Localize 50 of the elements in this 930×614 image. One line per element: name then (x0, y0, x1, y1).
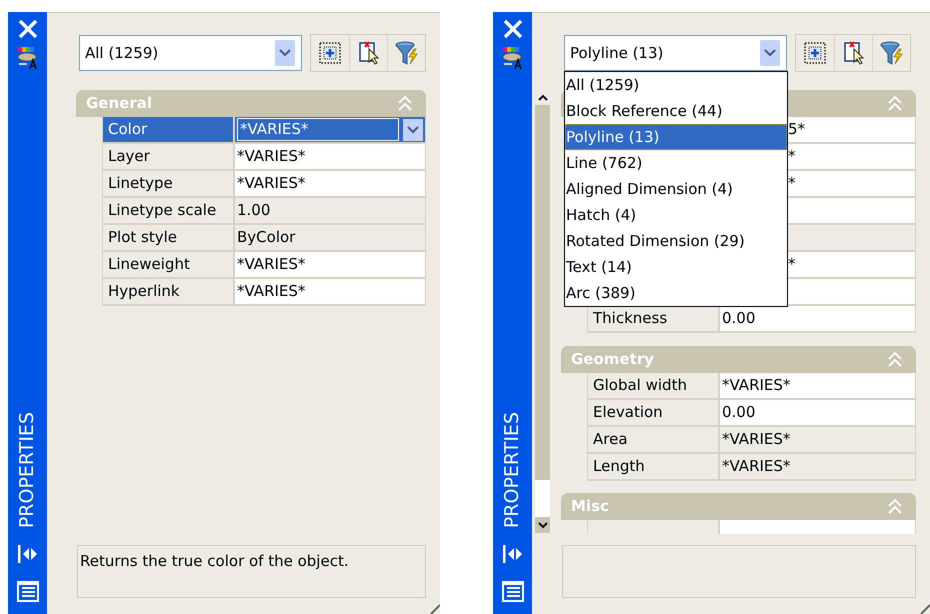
list-icon[interactable] (16, 578, 40, 602)
property-value[interactable]: *VARIES* (720, 373, 915, 398)
property-value[interactable]: *VARIES* (235, 252, 425, 277)
cursor-icon (842, 40, 866, 66)
property-row[interactable]: Hyperlink *VARIES* (103, 279, 425, 306)
object-type-dropdown[interactable]: All (1259) (79, 35, 302, 71)
property-row[interactable]: Area *VARIES* (588, 427, 915, 454)
funnel-icon (878, 40, 904, 66)
select-box-icon (803, 41, 827, 65)
arrows-icon[interactable] (502, 544, 524, 564)
property-row[interactable]: Elevation 0.00 (588, 400, 915, 427)
property-row[interactable]: Layer *VARIES* (103, 144, 425, 171)
resize-grip-icon[interactable] (920, 604, 930, 614)
arrows-icon[interactable] (16, 544, 38, 564)
dropdown-option[interactable]: Hatch (4) (565, 202, 787, 228)
resize-grip-icon[interactable] (430, 604, 440, 614)
close-icon[interactable] (502, 18, 524, 40)
property-value[interactable]: 0.00 (720, 400, 915, 425)
select-box-icon (318, 41, 342, 65)
panel-title: PROPERTIES (15, 412, 40, 528)
list-icon[interactable] (500, 578, 524, 602)
close-icon[interactable] (16, 18, 38, 40)
property-row[interactable]: Linetype *VARIES* (103, 171, 425, 198)
dropdown-option[interactable]: Rotated Dimension (29) (565, 228, 787, 254)
scrollbar[interactable] (535, 89, 550, 533)
description-box: Returns the true color of the object. (77, 545, 426, 598)
property-value[interactable]: *VARIES* (235, 279, 425, 304)
dropdown-list[interactable]: All (1259) Block Reference (44) Polyline (13) Line (762) Aligned Dimension (4) Hatch (4) Rotated Dimension (29) Text (14) Arc (389) (564, 71, 788, 307)
property-row[interactable]: Thickness 0.00 (588, 306, 915, 333)
property-row[interactable]: Length *VARIES* (588, 454, 915, 481)
object-type-dropdown[interactable]: Polyline (13) (564, 35, 787, 71)
funnel-icon (394, 40, 420, 66)
section-title: General (86, 93, 152, 114)
property-row[interactable]: Global width *VARIES* (588, 373, 915, 400)
section-title: Geometry (571, 349, 654, 370)
dropdown-option[interactable]: Polyline (13) (565, 124, 787, 150)
property-value[interactable]: 0.00 (720, 306, 915, 331)
dropdown-option[interactable]: Arc (389) (565, 280, 787, 306)
property-row[interactable]: Linetype scale 1.00 (103, 198, 425, 225)
property-row[interactable]: Lineweight *VARIES* (103, 252, 425, 279)
property-value[interactable]: *VARIES* (235, 117, 425, 142)
property-value[interactable]: *VARIES* (235, 144, 425, 169)
scrollbar-thumb[interactable] (535, 480, 550, 517)
panel-title: PROPERTIES (500, 412, 524, 528)
property-value[interactable]: *VARIES* (235, 171, 425, 196)
property-row[interactable]: Color *VARIES* (103, 117, 425, 144)
dropdown-option[interactable]: All (1259) (565, 72, 787, 98)
section-title: Misc (571, 496, 609, 518)
cursor-icon (356, 40, 380, 66)
property-row[interactable]: Plot style ByColor (103, 225, 425, 252)
